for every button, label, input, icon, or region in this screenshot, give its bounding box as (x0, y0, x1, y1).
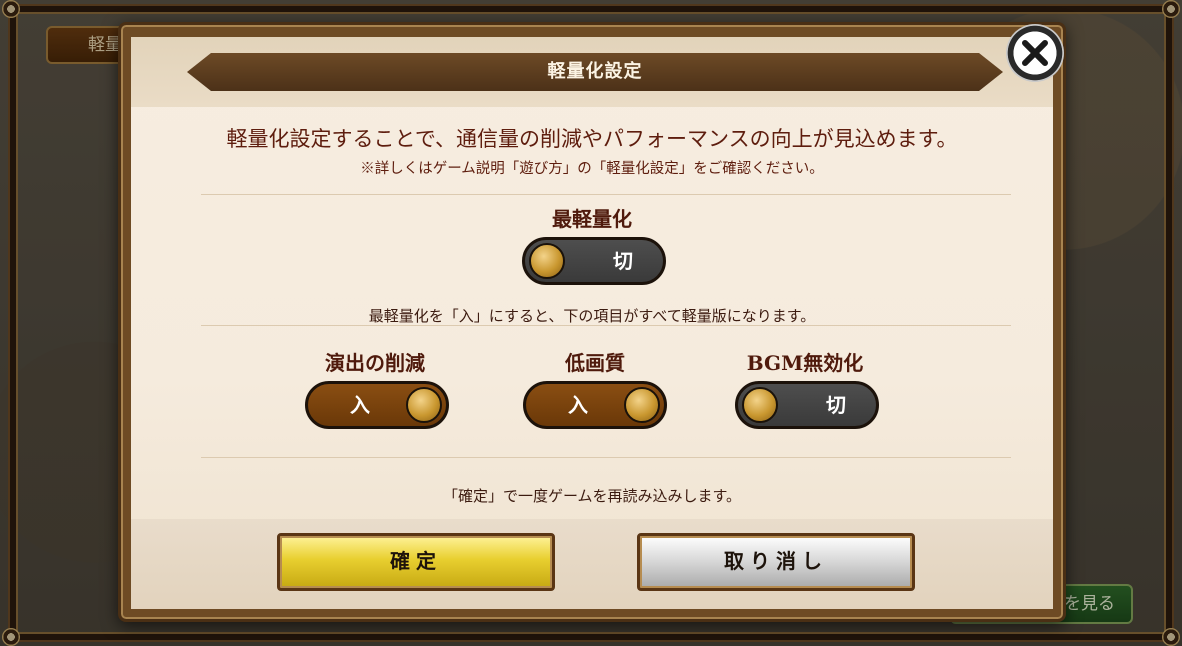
disable-bgm-label: BGM無効化 (746, 351, 864, 375)
close-icon (1022, 40, 1048, 66)
dialog-title: 軽量化設定 (187, 53, 1003, 91)
confirm-button[interactable]: 確定 (277, 533, 555, 591)
lightweight-settings-dialog: 軽量化設定 軽量化設定することで、通信量の削減やパフォーマンスの向上が見込めます… (118, 22, 1066, 622)
lightest-label: 最軽量化 (552, 207, 632, 231)
cancel-button[interactable]: 取り消し (637, 533, 915, 591)
divider (201, 194, 1011, 195)
low-quality-toggle[interactable]: 入 (523, 381, 667, 429)
lightest-note: 最軽量化を「入」にすると、下の項目がすべて軽量版になります。 (368, 307, 816, 325)
intro-text: 軽量化設定することで、通信量の削減やパフォーマンスの向上が見込めます。 (226, 127, 958, 151)
intro-note: ※詳しくはゲーム説明「遊び方」の「軽量化設定」をご確認ください。 (360, 161, 824, 177)
toggle-knob (529, 243, 565, 279)
reduce-effects-toggle[interactable]: 入 (305, 381, 449, 429)
close-button[interactable] (1006, 24, 1064, 82)
reload-note: 「確定」で一度ゲームを再読み込みします。 (442, 487, 742, 505)
toggle-state-text: 切 (613, 249, 633, 273)
toggle-knob (406, 387, 442, 423)
divider (201, 457, 1011, 458)
toggle-state-text: 入 (568, 393, 588, 417)
toggle-state-text: 切 (826, 393, 846, 417)
lightest-toggle[interactable]: 切 (522, 237, 666, 285)
disable-bgm-toggle[interactable]: 切 (735, 381, 879, 429)
low-quality-label: 低画質 (565, 351, 625, 375)
toggle-state-text: 入 (350, 393, 370, 417)
toggle-knob (742, 387, 778, 423)
divider (201, 325, 1011, 326)
toggle-knob (624, 387, 660, 423)
dialog-body: 軽量化設定 軽量化設定することで、通信量の削減やパフォーマンスの向上が見込めます… (131, 37, 1053, 609)
reduce-effects-label: 演出の削減 (325, 351, 425, 375)
